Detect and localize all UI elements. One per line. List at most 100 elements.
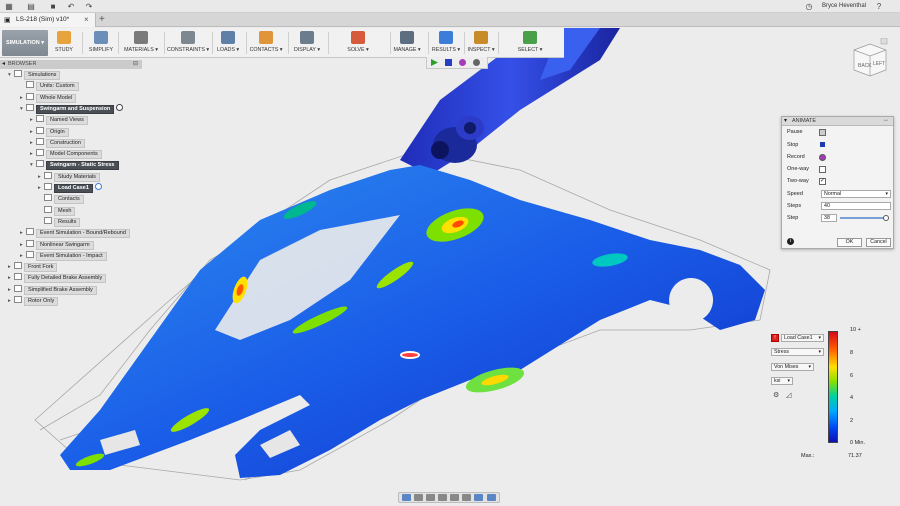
tree-node[interactable]: ▸ Nonlinear Swingarm <box>20 239 94 250</box>
tree-node-label: Mesh <box>54 206 76 216</box>
redo-icon[interactable]: ↷ <box>84 2 94 11</box>
legend-probe-icon[interactable]: ◿ <box>786 391 791 399</box>
ribbon-group-constraints[interactable]: CONSTRAINTS ▾ <box>166 30 210 56</box>
speed-select[interactable]: Normal ▾ <box>821 190 891 198</box>
user-name[interactable]: Bryce Heventhal <box>822 3 866 9</box>
step-slider-thumb[interactable] <box>882 215 889 221</box>
tree-node[interactable]: ▸ Rotor Only <box>8 296 59 306</box>
view-cube[interactable]: BACK LEFT <box>848 38 888 78</box>
step-input[interactable]: 38 <box>821 214 837 222</box>
record-button[interactable] <box>819 154 826 161</box>
ribbon-group-inspect[interactable]: INSPECT ▾ <box>466 30 496 56</box>
tree-node[interactable]: ▸ Event Simulation - Impact <box>20 250 107 261</box>
save-icon[interactable]: ■ <box>48 2 58 11</box>
look-at-icon[interactable] <box>414 494 423 501</box>
load-case-select[interactable]: Load Case1 ▾ <box>781 334 824 342</box>
zoom-window-icon[interactable] <box>450 494 459 501</box>
display-settings-icon[interactable] <box>474 494 483 501</box>
cancel-button[interactable]: Cancel <box>866 238 891 247</box>
tree-node-icon <box>14 70 22 77</box>
new-tab-icon[interactable]: + <box>99 14 105 25</box>
tree-node[interactable]: ▸ Study Materials <box>38 171 100 182</box>
tree-node[interactable]: ▸ Load Case1 <box>38 183 102 193</box>
ribbon-group-study[interactable]: STUDY <box>52 30 76 56</box>
tree-node[interactable]: ▸ Whole Model <box>20 92 77 103</box>
tree-node[interactable]: Units: Custom <box>20 81 79 92</box>
ok-button[interactable]: OK <box>837 238 862 247</box>
results-icon <box>439 31 453 44</box>
browser-pin-icon[interactable]: ⊟ <box>133 60 138 67</box>
animate-dialog-header[interactable]: ▾ ANIMATE ↔ <box>782 117 893 126</box>
tree-node-icon <box>36 115 44 123</box>
fit-icon[interactable] <box>462 494 471 501</box>
tree-node[interactable]: ▸ Event Simulation - Bound/Rebound <box>20 228 130 239</box>
info-icon[interactable]: i <box>787 238 794 245</box>
ribbon-group-display[interactable]: DISPLAY ▾ <box>290 30 324 56</box>
stop-button[interactable] <box>820 142 825 147</box>
tree-node[interactable]: ▸ Simplified Brake Assembly <box>8 284 97 295</box>
close-tab-icon[interactable]: × <box>84 15 89 24</box>
tree-node[interactable]: Results <box>38 216 81 227</box>
activate-radio-icon[interactable] <box>94 183 102 190</box>
steps-label: Steps <box>787 203 802 209</box>
grid-settings-icon[interactable] <box>487 494 496 501</box>
viewcube-face-left[interactable]: LEFT <box>873 61 885 67</box>
warning-icon[interactable]: ! <box>771 334 779 342</box>
orbit-icon[interactable] <box>402 494 411 501</box>
ribbon-group-materials[interactable]: MATERIALS ▾ <box>120 30 162 56</box>
collapse-icon[interactable]: ◂ <box>2 60 5 67</box>
app-grid-icon[interactable]: ▦ <box>4 2 14 11</box>
twoway-checkbox[interactable]: ✓ <box>819 178 826 185</box>
tree-node[interactable]: Contacts <box>38 194 84 205</box>
settings-gear-icon[interactable] <box>473 59 480 66</box>
tree-node[interactable]: ▸ Named Views <box>30 115 88 126</box>
ribbon-group-loads[interactable]: LOADS ▾ <box>214 30 242 56</box>
tree-node[interactable]: ▾ Swingarm and Suspension <box>20 103 124 114</box>
pause-button[interactable] <box>819 129 826 136</box>
ribbon-group-solve[interactable]: SOLVE ▾ <box>330 30 386 56</box>
viewcube-face-back[interactable]: BACK <box>858 63 872 69</box>
document-tab[interactable]: ▣ LS-218 (Sim) v10* × <box>0 13 96 27</box>
tree-node[interactable]: ▾ Simulations <box>8 70 61 80</box>
ribbon-group-simplify[interactable]: SIMPLIFY <box>84 30 118 56</box>
tree-node[interactable]: ▾ Swingarm - Static Stress <box>30 160 119 171</box>
component-select[interactable]: Von Mises ▾ <box>771 363 814 371</box>
stop-icon[interactable] <box>445 59 452 66</box>
step-slider-track[interactable] <box>840 217 888 219</box>
activate-radio-icon[interactable] <box>116 103 124 111</box>
tree-node[interactable]: ▸ Front Fork <box>8 262 58 273</box>
result-type-select[interactable]: Stress ▾ <box>771 348 824 356</box>
oneway-checkbox[interactable] <box>819 166 826 173</box>
unit-select[interactable]: ksi ▾ <box>771 377 793 385</box>
tree-node-icon <box>14 296 22 303</box>
ribbon-group-select[interactable]: SELECT ▾ <box>500 30 560 56</box>
steps-input[interactable]: 40 <box>821 202 891 210</box>
browser-header[interactable]: ◂ BROWSER ⊟ <box>0 60 142 69</box>
tree-node-icon <box>44 205 52 213</box>
load-case-value: Load Case1 <box>784 335 813 341</box>
tree-node[interactable]: Mesh <box>38 205 76 216</box>
workspace-switcher[interactable]: SIMULATION ▾ <box>2 30 48 56</box>
ribbon-group-manage[interactable]: MANAGE ▾ <box>392 30 422 56</box>
unit-value: ksi <box>774 378 781 384</box>
ribbon-group-contacts[interactable]: CONTACTS ▾ <box>248 30 284 56</box>
record-icon[interactable] <box>459 59 466 66</box>
tree-node[interactable]: ▸ Origin <box>30 126 69 137</box>
job-status-icon[interactable]: ◷ <box>804 2 814 11</box>
viewcube-home-icon[interactable] <box>880 38 888 45</box>
tree-node-icon <box>26 239 34 247</box>
scale-tick-8: 8 <box>850 350 854 356</box>
file-menu-icon[interactable]: ▤ <box>26 2 36 11</box>
undo-icon[interactable]: ↶ <box>66 2 76 11</box>
tree-node[interactable]: ▸ Construction <box>30 137 85 148</box>
tree-node[interactable]: ▸ Model Components <box>30 149 102 160</box>
ribbon-group-results[interactable]: RESULTS ▾ <box>430 30 462 56</box>
dialog-menu-icon[interactable]: ▾ <box>784 117 787 124</box>
dialog-expand-icon[interactable]: ↔ <box>883 117 889 123</box>
play-icon[interactable] <box>431 59 438 66</box>
zoom-icon[interactable] <box>438 494 447 501</box>
legend-settings-gear-icon[interactable]: ⚙ <box>773 391 779 399</box>
help-icon[interactable]: ? <box>874 2 884 11</box>
tree-node[interactable]: ▸ Fully Detailed Brake Assembly <box>8 273 107 284</box>
pan-icon[interactable] <box>426 494 435 501</box>
